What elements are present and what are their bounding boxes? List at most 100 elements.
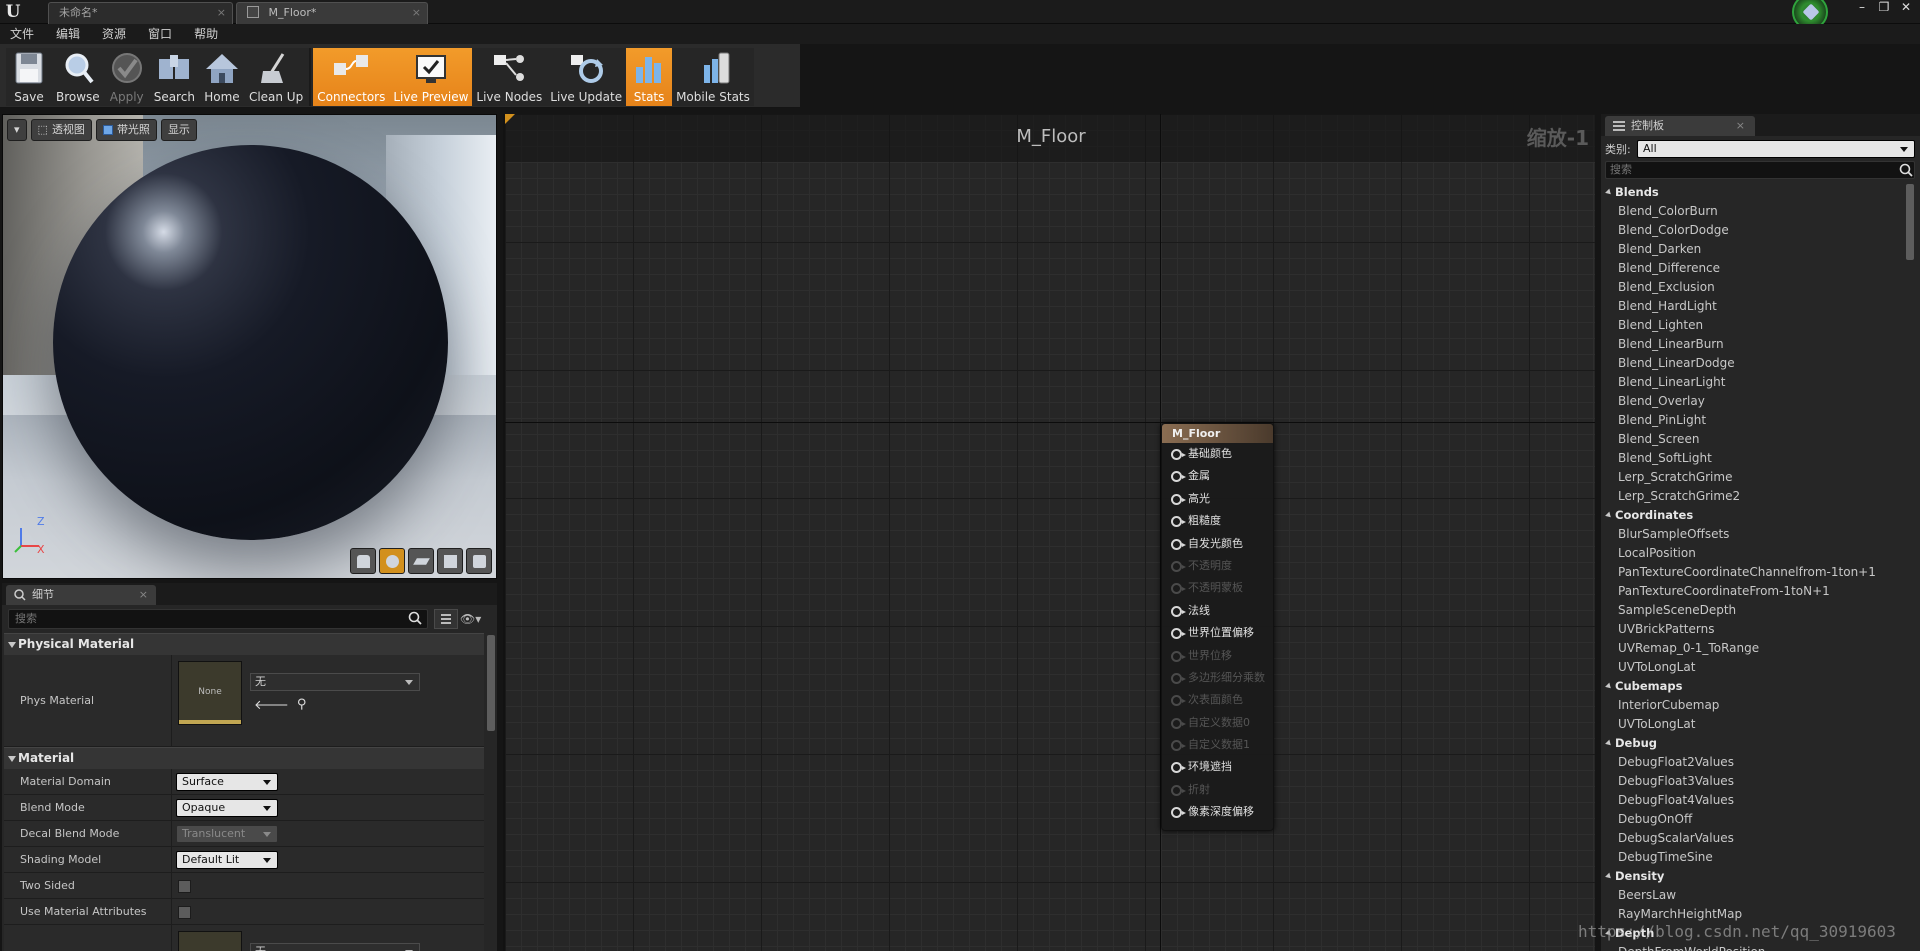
node-input-pin[interactable]: 环境遮挡 bbox=[1162, 756, 1273, 778]
palette-item[interactable]: BeersLaw bbox=[1605, 886, 1903, 905]
palette-item[interactable]: Lerp_ScratchGrime bbox=[1605, 468, 1903, 487]
palette-category[interactable]: Coordinates bbox=[1605, 506, 1903, 525]
phys-material-picker[interactable]: 无 bbox=[250, 673, 420, 691]
menu-asset[interactable]: 资源 bbox=[102, 24, 126, 44]
menu-window[interactable]: 窗口 bbox=[148, 24, 172, 44]
palette-category[interactable]: Density bbox=[1605, 867, 1903, 886]
node-input-pin[interactable]: 自定义数据0 bbox=[1162, 712, 1273, 734]
palette-item[interactable]: DebugTimeSine bbox=[1605, 848, 1903, 867]
palette-item[interactable]: Lerp_ScratchGrime2 bbox=[1605, 487, 1903, 506]
node-input-pin[interactable]: 高光 bbox=[1162, 488, 1273, 510]
palette-item[interactable]: Blend_Overlay bbox=[1605, 392, 1903, 411]
palette-item[interactable]: DebugScalarValues bbox=[1605, 829, 1903, 848]
palette-item[interactable]: PanTextureCoordinateChannelfrom-1ton+1 bbox=[1605, 563, 1903, 582]
restore-icon[interactable]: ❐ bbox=[1876, 0, 1892, 14]
tab-palette[interactable]: 控制板 × bbox=[1605, 116, 1755, 136]
connectors-button[interactable]: Connectors bbox=[313, 48, 390, 106]
palette-category[interactable]: Debug bbox=[1605, 734, 1903, 753]
search-button[interactable]: Search bbox=[150, 48, 199, 106]
pin-connector-icon[interactable] bbox=[1171, 493, 1186, 505]
live-nodes-button[interactable]: Live Nodes bbox=[472, 48, 546, 106]
asset-thumbnail[interactable] bbox=[178, 931, 242, 951]
pin-connector-icon[interactable] bbox=[1171, 516, 1186, 528]
node-input-pin[interactable]: 次表面颜色 bbox=[1162, 689, 1273, 711]
cube-preview-button[interactable] bbox=[437, 548, 463, 574]
palette-item[interactable]: UVRemap_0-1_ToRange bbox=[1605, 639, 1903, 658]
mobile-stats-button[interactable]: Mobile Stats bbox=[672, 48, 754, 106]
pin-connector-icon[interactable] bbox=[1171, 449, 1186, 460]
preview-viewport[interactable]: ▾ ⬚ 透视图 带光照 显示 Z X bbox=[2, 114, 497, 579]
category-dropdown[interactable]: All bbox=[1637, 140, 1915, 158]
save-button[interactable]: Save bbox=[6, 48, 52, 106]
palette-item[interactable]: DebugFloat3Values bbox=[1605, 772, 1903, 791]
use-material-attributes-checkbox[interactable] bbox=[178, 906, 191, 919]
palette-item[interactable]: Blend_SoftLight bbox=[1605, 449, 1903, 468]
pin-connector-icon[interactable] bbox=[1171, 740, 1186, 752]
palette-category[interactable]: Cubemaps bbox=[1605, 677, 1903, 696]
menu-help[interactable]: 帮助 bbox=[194, 24, 218, 44]
node-input-pin[interactable]: 基础颜色 bbox=[1162, 443, 1273, 465]
use-selected-arrow-icon[interactable]: 🡐 bbox=[254, 697, 289, 713]
pin-connector-icon[interactable] bbox=[1171, 650, 1186, 662]
palette-item[interactable]: Blend_Lighten bbox=[1605, 316, 1903, 335]
close-icon[interactable]: × bbox=[217, 3, 226, 23]
close-icon[interactable]: × bbox=[139, 585, 148, 605]
tab-untitled[interactable]: 未命名* × bbox=[48, 2, 233, 24]
minimize-icon[interactable]: – bbox=[1854, 0, 1870, 14]
palette-item[interactable]: Blend_Difference bbox=[1605, 259, 1903, 278]
clean-up-button[interactable]: Clean Up bbox=[245, 48, 307, 106]
palette-item[interactable]: BlurSampleOffsets bbox=[1605, 525, 1903, 544]
material-graph[interactable]: M_Floor 缩放-1 M_Floor 基础颜色 金属 高光 粗糙度 自发光颜色 不透明… bbox=[503, 114, 1595, 951]
visibility-options-button[interactable]: 👁▾ bbox=[460, 609, 494, 629]
palette-search-input[interactable] bbox=[1605, 161, 1915, 179]
palette-item[interactable]: UVToLongLat bbox=[1605, 658, 1903, 677]
apply-button[interactable]: Apply bbox=[104, 48, 150, 106]
menu-file[interactable]: 文件 bbox=[10, 24, 34, 44]
category-physical-material[interactable]: Physical Material bbox=[4, 633, 484, 655]
material-result-node[interactable]: M_Floor 基础颜色 金属 高光 粗糙度 自发光颜色 不透明度 不透明蒙板 法线 世界位置偏… bbox=[1161, 423, 1274, 831]
details-search-input[interactable] bbox=[8, 609, 428, 629]
pin-connector-icon[interactable] bbox=[1171, 695, 1186, 707]
browse-button[interactable]: Browse bbox=[52, 48, 104, 106]
plane-preview-button[interactable] bbox=[408, 548, 434, 574]
sphere-preview-button[interactable] bbox=[379, 548, 405, 574]
perspective-button[interactable]: ⬚ 透视图 bbox=[30, 119, 92, 141]
category-material[interactable]: Material bbox=[4, 747, 484, 769]
node-input-pin[interactable]: 不透明度 bbox=[1162, 555, 1273, 577]
stats-button[interactable]: Stats bbox=[626, 48, 673, 106]
menu-edit[interactable]: 编辑 bbox=[56, 24, 80, 44]
pin-connector-icon[interactable] bbox=[1171, 717, 1186, 729]
two-sided-checkbox[interactable] bbox=[178, 880, 191, 893]
palette-item[interactable]: Blend_Darken bbox=[1605, 240, 1903, 259]
node-input-pin[interactable]: 粗糙度 bbox=[1162, 510, 1273, 532]
viewport-options-button[interactable]: ▾ bbox=[7, 119, 27, 141]
cylinder-preview-button[interactable] bbox=[350, 548, 376, 574]
asset-thumbnail[interactable]: None bbox=[178, 661, 242, 725]
palette-scrollbar[interactable] bbox=[1906, 184, 1914, 260]
live-update-button[interactable]: Live Update bbox=[546, 48, 626, 106]
view-options-button[interactable] bbox=[434, 609, 458, 629]
pin-connector-icon[interactable] bbox=[1171, 471, 1186, 483]
palette-item[interactable]: Blend_Screen bbox=[1605, 430, 1903, 449]
pin-connector-icon[interactable] bbox=[1171, 538, 1186, 550]
node-input-pin[interactable]: 像素深度偏移 bbox=[1162, 801, 1273, 823]
palette-item[interactable]: SampleSceneDepth bbox=[1605, 601, 1903, 620]
browse-asset-icon[interactable]: ⚲ bbox=[297, 697, 307, 713]
node-input-pin[interactable]: 法线 bbox=[1162, 600, 1273, 622]
tab-m-floor[interactable]: M_Floor* × bbox=[236, 2, 428, 24]
pin-connector-icon[interactable] bbox=[1171, 762, 1186, 774]
node-input-pin[interactable]: 自定义数据1 bbox=[1162, 734, 1273, 756]
palette-item[interactable]: Blend_HardLight bbox=[1605, 297, 1903, 316]
mesh-preview-button[interactable] bbox=[466, 548, 492, 574]
pin-connector-icon[interactable] bbox=[1171, 605, 1186, 617]
pin-connector-icon[interactable] bbox=[1171, 560, 1186, 572]
close-icon[interactable]: × bbox=[412, 3, 421, 23]
palette-item[interactable]: UVToLongLat bbox=[1605, 715, 1903, 734]
pin-connector-icon[interactable] bbox=[1171, 628, 1186, 640]
palette-item[interactable]: Blend_LinearDodge bbox=[1605, 354, 1903, 373]
details-scrollbar[interactable] bbox=[487, 635, 495, 731]
asset-picker[interactable]: 无 bbox=[250, 943, 420, 951]
palette-item[interactable]: DebugFloat4Values bbox=[1605, 791, 1903, 810]
palette-item[interactable]: Blend_PinLight bbox=[1605, 411, 1903, 430]
lit-mode-button[interactable]: 带光照 bbox=[95, 119, 157, 141]
